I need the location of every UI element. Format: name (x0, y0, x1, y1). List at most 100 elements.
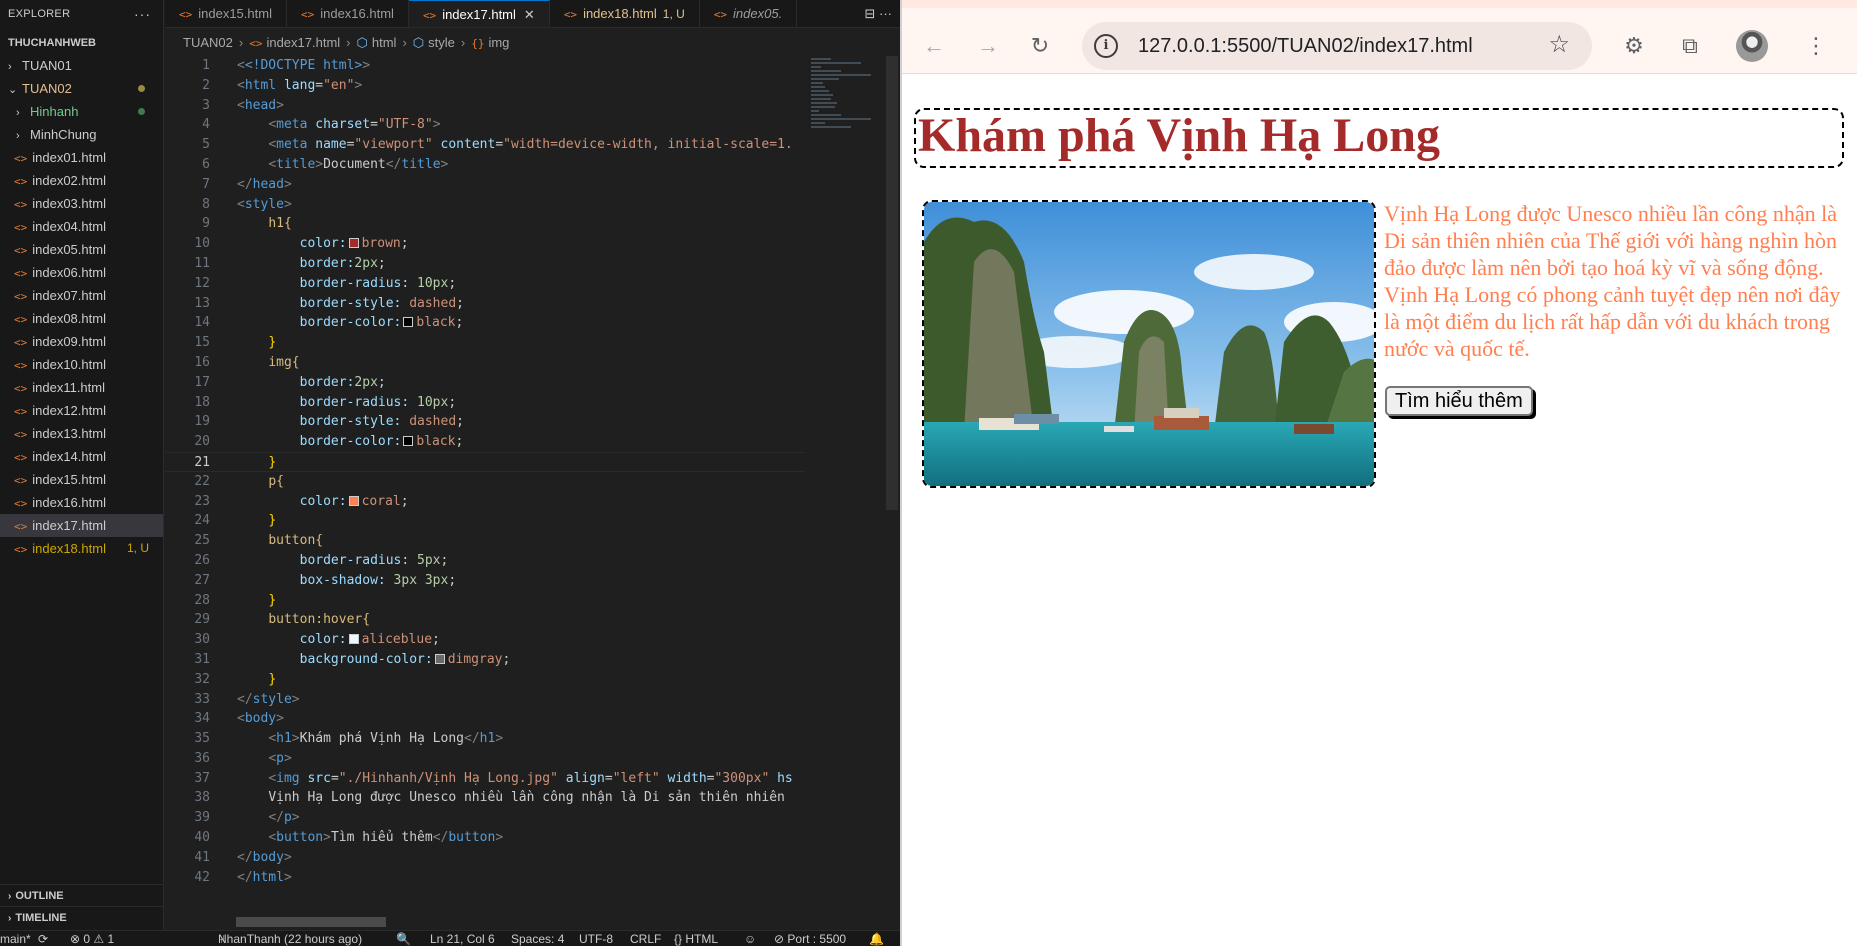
code-line[interactable]: 38 Vịnh Hạ Long được Unesco nhiều lần cô… (165, 788, 805, 808)
file-item[interactable]: <> index05.html (0, 238, 163, 261)
address-bar[interactable]: i 127.0.0.1:5500/TUAN02/index17.html ☆ (1082, 22, 1592, 70)
line-ending[interactable]: CRLF (630, 931, 661, 946)
breadcrumb-style[interactable]: style (428, 35, 455, 50)
code-line[interactable]: 6 <title>Document</title> (165, 155, 805, 175)
file-item[interactable]: <> index12.html (0, 399, 163, 422)
reload-button[interactable]: ↻ (1022, 28, 1058, 64)
code-line[interactable]: 17 border:2px; (165, 373, 805, 393)
zoom-icon[interactable]: 🔍 (396, 931, 411, 946)
code-line[interactable]: 25 button{ (165, 531, 805, 551)
cursor-position[interactable]: Ln 21, Col 6 (430, 931, 495, 946)
breadcrumb-file[interactable]: index17.html (266, 35, 340, 50)
outline-section[interactable]: › OUTLINE (0, 884, 164, 906)
code-line[interactable]: 26 border-radius: 5px; (165, 551, 805, 571)
color-swatch-icon[interactable] (348, 238, 359, 249)
tab-index18[interactable]: <> index18.html 1, U (550, 0, 700, 27)
branch-status[interactable]: main* (0, 931, 31, 946)
file-item[interactable]: <> index01.html (0, 146, 163, 169)
code-line[interactable]: 19 border-style: dashed; (165, 412, 805, 432)
url-text[interactable]: 127.0.0.1:5500/TUAN02/index17.html (1138, 35, 1473, 58)
code-line[interactable]: 39 </p> (165, 808, 805, 828)
breadcrumb-img[interactable]: img (488, 35, 509, 50)
code-line[interactable]: 5 <meta name="viewport" content="width=d… (165, 135, 805, 155)
color-swatch-icon[interactable] (348, 495, 359, 506)
code-line[interactable]: 12 border-radius: 10px; (165, 274, 805, 294)
color-swatch-icon[interactable] (434, 653, 445, 664)
folder-tuan01[interactable]: › TUAN01 (0, 54, 163, 77)
file-item[interactable]: <> index13.html (0, 422, 163, 445)
code-line[interactable]: 31 background-color: dimgray; (165, 650, 805, 670)
code-line[interactable]: 42 </html> (165, 868, 805, 888)
file-item[interactable]: <> index08.html (0, 307, 163, 330)
code-line[interactable]: 28 } (165, 591, 805, 611)
code-line[interactable]: 40 <button>Tìm hiểu thêm</button> (165, 828, 805, 848)
code-line[interactable]: 18 border-radius: 10px; (165, 393, 805, 413)
code-line[interactable]: 35 <h1>Khám phá Vịnh Hạ Long</h1> (165, 729, 805, 749)
profile-avatar[interactable] (1736, 30, 1768, 62)
breadcrumb-html[interactable]: html (372, 35, 397, 50)
file-item[interactable]: <> index02.html (0, 169, 163, 192)
file-item[interactable]: <> index04.html (0, 215, 163, 238)
code-line[interactable]: 24 } (165, 511, 805, 531)
encoding[interactable]: UTF-8 (579, 931, 613, 946)
code-line[interactable]: 1 <<!DOCTYPE html>> (165, 56, 805, 76)
split-editor-icon[interactable]: ⊟ ··· (865, 0, 893, 27)
code-line[interactable]: 8 <style> (165, 195, 805, 215)
code-line[interactable]: 4 <meta charset="UTF-8"> (165, 115, 805, 135)
code-line[interactable]: 27 box-shadow: 3px 3px; (165, 571, 805, 591)
code-line[interactable]: 41 </body> (165, 848, 805, 868)
code-line[interactable]: 13 border-style: dashed; (165, 294, 805, 314)
file-item[interactable]: <> index07.html (0, 284, 163, 307)
site-info-icon[interactable]: i (1094, 34, 1118, 58)
file-item[interactable]: <> index14.html (0, 445, 163, 468)
code-line[interactable]: 37 <img src="./Hinhanh/Vịnh Hạ Long.jpg"… (165, 769, 805, 789)
file-item[interactable]: <> index11.html (0, 376, 163, 399)
code-editor[interactable]: 1 <<!DOCTYPE html>> 2 <html lang="en"> 3 <hea… (165, 56, 805, 890)
file-item[interactable]: <> index15.html (0, 468, 163, 491)
copilot-icon[interactable]: ☺ (744, 931, 756, 946)
live-server-port[interactable]: ⊘ Port : 5500 (774, 931, 846, 946)
code-line[interactable]: 2 <html lang="en"> (165, 76, 805, 96)
workspace-root[interactable]: THUCHANHWEB (0, 32, 163, 54)
minimap[interactable] (805, 56, 885, 176)
tab-index17[interactable]: <> index17.html ✕ (408, 0, 550, 27)
bookmark-star-icon[interactable]: ☆ (1548, 30, 1570, 59)
code-line[interactable]: 30 color: aliceblue; (165, 630, 805, 650)
color-swatch-icon[interactable] (403, 436, 414, 447)
bell-icon[interactable]: 🔔 (869, 931, 884, 946)
tab-index15[interactable]: <> index15.html (165, 0, 287, 27)
code-line[interactable]: 7 </head> (165, 175, 805, 195)
file-item[interactable]: <> index06.html (0, 261, 163, 284)
code-line[interactable]: 16 img{ (165, 353, 805, 373)
language-mode[interactable]: {} HTML (674, 931, 718, 946)
code-line[interactable]: 23 color: coral; (165, 492, 805, 512)
timeline-section[interactable]: › TIMELINE (0, 906, 164, 928)
code-line[interactable]: 29 button:hover{ (165, 610, 805, 630)
color-swatch-icon[interactable] (348, 634, 359, 645)
code-line[interactable]: 11 border:2px; (165, 254, 805, 274)
code-line[interactable]: 9 h1{ (165, 214, 805, 234)
code-line[interactable]: 20 border-color: black; (165, 432, 805, 452)
explorer-more-icon[interactable]: ··· (134, 6, 151, 22)
file-item[interactable]: <> index10.html (0, 353, 163, 376)
back-button[interactable]: ← (916, 28, 952, 64)
browser-menu-icon[interactable]: ⋮ (1798, 28, 1834, 64)
color-swatch-icon[interactable] (403, 317, 414, 328)
indentation[interactable]: Spaces: 4 (511, 931, 564, 946)
folder-hinhanh[interactable]: › Hinhanh (0, 100, 163, 123)
forward-button[interactable]: → (970, 28, 1006, 64)
close-tab-icon[interactable]: ✕ (524, 7, 535, 22)
problems-status[interactable]: ⊗ 0 ⚠ 1 (70, 931, 114, 946)
code-line[interactable]: 15 } (165, 333, 805, 353)
folder-tuan02[interactable]: ⌄ TUAN02 (0, 77, 163, 100)
code-line[interactable]: 3 <head> (165, 96, 805, 116)
code-line[interactable]: 36 <p> (165, 749, 805, 769)
tab-index16[interactable]: <> index16.html (287, 0, 409, 27)
learn-more-button[interactable]: Tìm hiểu thêm (1385, 386, 1533, 416)
extension-icon[interactable]: ⚙ (1616, 28, 1652, 64)
file-item[interactable]: <> index16.html (0, 491, 163, 514)
code-line[interactable]: 22 p{ (165, 472, 805, 492)
tab-index05[interactable]: <> index05. (700, 0, 798, 27)
code-line[interactable]: 32 } (165, 670, 805, 690)
extensions-puzzle-icon[interactable]: ⧉ (1672, 28, 1708, 64)
